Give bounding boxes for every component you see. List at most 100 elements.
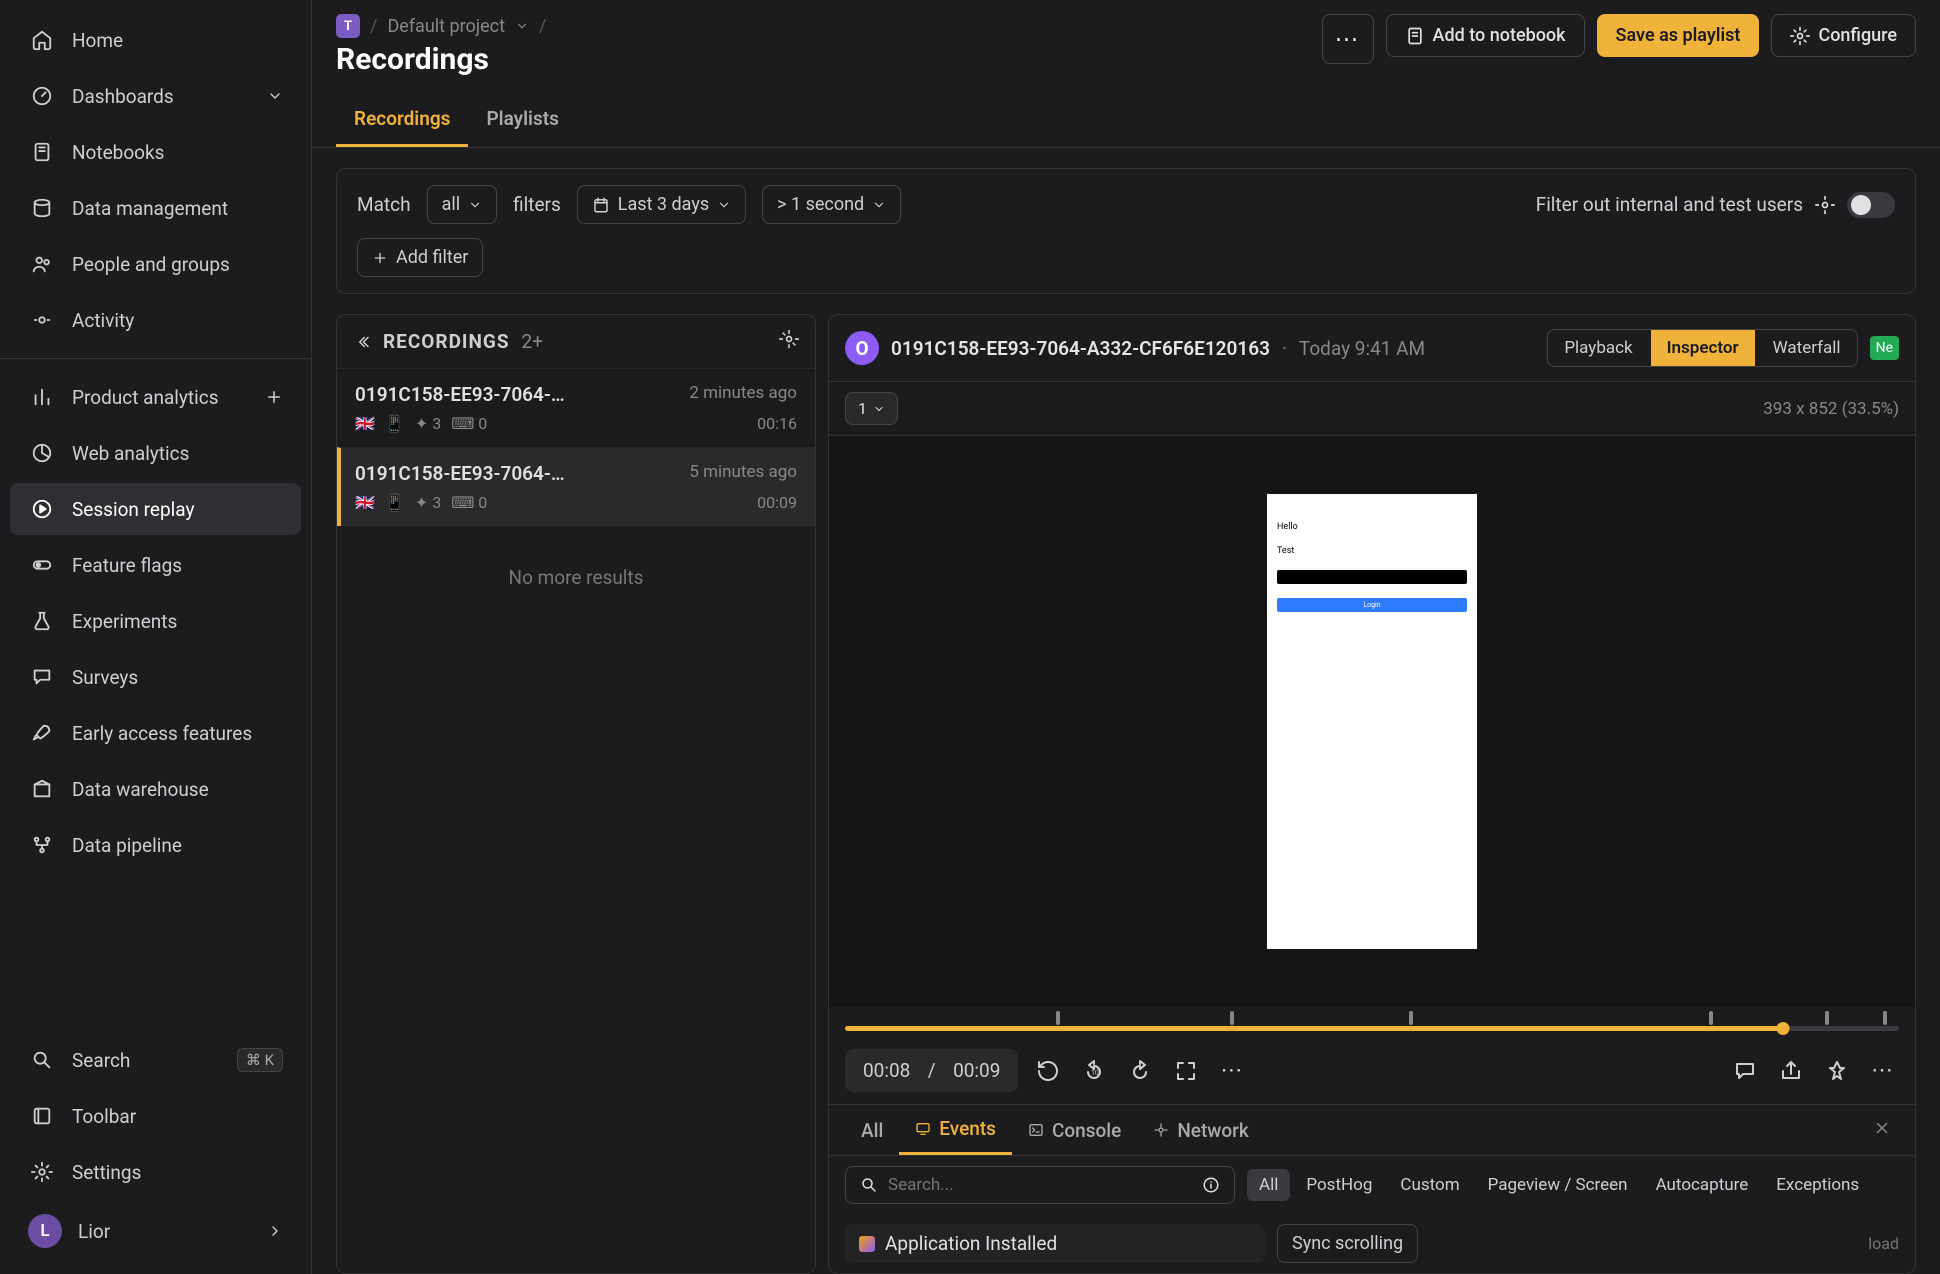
more-controls-button[interactable]: ⋯ (1216, 1055, 1248, 1087)
event-type-pill[interactable]: Autocapture (1644, 1169, 1761, 1201)
time-display: 00:08 / 00:09 (845, 1049, 1018, 1092)
sidebar-user[interactable]: L Lior (10, 1202, 301, 1260)
monitor-icon (915, 1121, 931, 1137)
restart-button[interactable] (1032, 1055, 1064, 1087)
sidebar-item-early-access[interactable]: Early access features (10, 707, 301, 759)
sidebar-item-data-pipeline[interactable]: Data pipeline (10, 819, 301, 871)
sidebar-item-people[interactable]: People and groups (10, 238, 301, 290)
inspector-search[interactable] (845, 1166, 1235, 1204)
person-badge[interactable]: O (845, 331, 879, 365)
match-select[interactable]: all (427, 185, 498, 224)
nav-label: Early access features (72, 722, 252, 745)
match-label: Match (357, 193, 411, 216)
inspector-tab-events[interactable]: Events (899, 1105, 1012, 1155)
event-type-pill[interactable]: Custom (1388, 1169, 1471, 1201)
timeline-thumb[interactable] (1777, 1022, 1790, 1035)
sidebar-item-data-warehouse[interactable]: Data warehouse (10, 763, 301, 815)
gear-icon[interactable] (1815, 195, 1835, 215)
timeline-tick (1883, 1011, 1887, 1025)
tab-recordings[interactable]: Recordings (336, 95, 468, 147)
event-type-pill[interactable]: Pageview / Screen (1476, 1169, 1640, 1201)
tab-playlists[interactable]: Playlists (468, 95, 576, 147)
database-icon (28, 194, 56, 222)
sidebar-item-dashboards[interactable]: Dashboards (10, 70, 301, 122)
forward-button[interactable] (1124, 1055, 1156, 1087)
recording-item[interactable]: 0191C158-EE93-7064-…5 minutes ago 🇬🇧📱✦ 3… (337, 447, 815, 526)
configure-button[interactable]: Configure (1771, 14, 1916, 57)
comment-button[interactable] (1729, 1055, 1761, 1087)
recordings-settings[interactable] (779, 329, 799, 354)
sidebar-item-experiments[interactable]: Experiments (10, 595, 301, 647)
player-stage[interactable]: Hello Test Login (829, 436, 1915, 1007)
pin-button[interactable] (1821, 1055, 1853, 1087)
inspector-search-input[interactable] (888, 1175, 1192, 1195)
sidebar-item-notebooks[interactable]: Notebooks (10, 126, 301, 178)
inspector-events-row: Application Installed Sync scrolling loa… (829, 1214, 1915, 1273)
internal-toggle[interactable] (1847, 192, 1895, 218)
timeline[interactable] (845, 1007, 1899, 1037)
tab-inspector[interactable]: Inspector (1651, 330, 1755, 366)
chevron-right-icon (267, 1223, 283, 1239)
svg-text:10: 10 (1091, 1069, 1099, 1077)
plus-icon[interactable] (265, 388, 283, 406)
sidebar-item-data-management[interactable]: Data management (10, 182, 301, 234)
pie-icon (28, 439, 56, 467)
rewind-button[interactable]: 10 (1078, 1055, 1110, 1087)
recordings-title: RECORDINGS (383, 330, 510, 353)
more-actions-button[interactable]: ⋯ (1867, 1055, 1899, 1087)
sidebar-search[interactable]: Search ⌘ K (10, 1034, 301, 1086)
project-chip[interactable]: T (336, 14, 360, 38)
event-type-pill[interactable]: PostHog (1294, 1169, 1384, 1201)
sync-scrolling-button[interactable]: Sync scrolling (1277, 1224, 1418, 1263)
notebook-icon (1405, 26, 1425, 46)
search-icon (860, 1176, 878, 1194)
sidebar-item-surveys[interactable]: Surveys (10, 651, 301, 703)
inspector-tab-all[interactable]: All (845, 1107, 899, 1154)
rec-ago: 5 minutes ago (689, 462, 797, 485)
nav-label: Product analytics (72, 386, 219, 409)
sidebar-item-session-replay[interactable]: Session replay (10, 483, 301, 535)
speed-select[interactable]: 1 (845, 392, 898, 425)
save-as-playlist-button[interactable]: Save as playlist (1597, 14, 1760, 57)
event-type-pill[interactable]: Exceptions (1764, 1169, 1871, 1201)
inspector-tab-console[interactable]: Console (1012, 1107, 1137, 1154)
sidebar-item-activity[interactable]: Activity (10, 294, 301, 346)
inspector-close[interactable] (1865, 1111, 1899, 1150)
inspector-filter-row: AllPostHogCustomPageview / ScreenAutocap… (829, 1156, 1915, 1214)
sidebar-item-web-analytics[interactable]: Web analytics (10, 427, 301, 479)
network-badge: Ne (1870, 336, 1899, 360)
event-item[interactable]: Application Installed (845, 1224, 1265, 1263)
inspector-tab-network[interactable]: Network (1137, 1107, 1265, 1154)
nav-label: People and groups (72, 253, 230, 276)
chevron-down-icon[interactable] (515, 19, 529, 33)
recording-time: Today 9:41 AM (1299, 337, 1425, 360)
phone-input (1277, 570, 1467, 584)
chevron-down-icon[interactable] (267, 88, 283, 104)
nav-label: Data management (72, 197, 228, 220)
warehouse-icon (28, 775, 56, 803)
event-type-pills: AllPostHogCustomPageview / ScreenAutocap… (1247, 1169, 1871, 1201)
share-button[interactable] (1775, 1055, 1807, 1087)
tab-waterfall[interactable]: Waterfall (1757, 330, 1857, 366)
fullscreen-button[interactable] (1170, 1055, 1202, 1087)
project-name[interactable]: Default project (387, 16, 505, 37)
sidebar-item-feature-flags[interactable]: Feature flags (10, 539, 301, 591)
sidebar-toolbar[interactable]: Toolbar (10, 1090, 301, 1142)
recording-item[interactable]: 0191C158-EE93-7064-…2 minutes ago 🇬🇧📱✦ 3… (337, 368, 815, 447)
sidebar-settings[interactable]: Settings (10, 1146, 301, 1198)
gear-icon (1790, 26, 1810, 46)
event-type-pill[interactable]: All (1247, 1169, 1290, 1201)
add-filter-button[interactable]: Add filter (357, 238, 483, 277)
tab-playback[interactable]: Playback (1548, 330, 1648, 366)
sidebar-item-home[interactable]: Home (10, 14, 301, 66)
date-range-select[interactable]: Last 3 days (577, 185, 746, 224)
collapse-icon[interactable] (353, 333, 371, 351)
recording-id[interactable]: 0191C158-EE93-7064-A332-CF6F6E120163 (891, 337, 1270, 360)
add-to-notebook-button[interactable]: Add to notebook (1386, 14, 1585, 57)
sidebar-item-product-analytics[interactable]: Product analytics (10, 371, 301, 423)
terminal-icon (1028, 1122, 1044, 1138)
info-icon[interactable] (1202, 1176, 1220, 1194)
more-button[interactable]: ⋯ (1322, 14, 1374, 64)
duration-select[interactable]: > 1 second (762, 185, 901, 224)
page-title: Recordings (336, 42, 546, 77)
